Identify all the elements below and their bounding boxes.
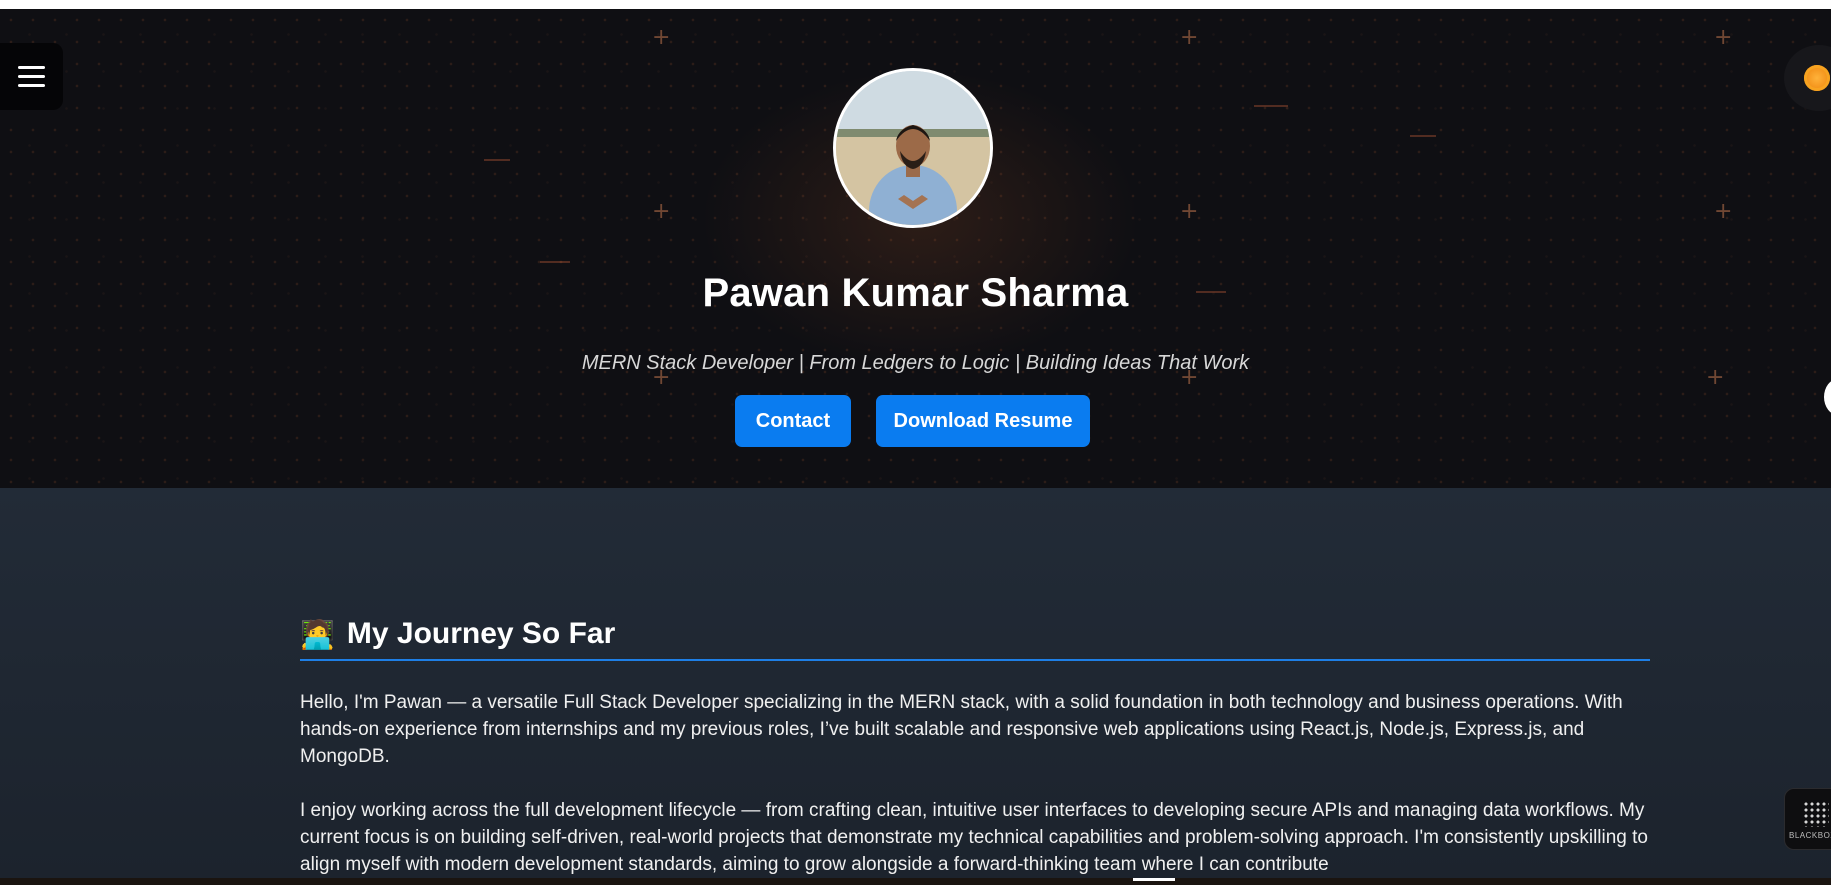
decor-plus: + — [652, 25, 671, 50]
decor-code-line — [1410, 135, 1436, 137]
contact-button[interactable]: Contact — [735, 395, 851, 447]
about-paragraph: Hello, I'm Pawan — a versatile Full Stac… — [300, 692, 1623, 767]
decor-plus: + — [1180, 199, 1199, 224]
hero-section: + + + + + + + + + Pawan Kumar Sharma MER… — [0, 9, 1831, 488]
decor-plus: + — [652, 199, 671, 224]
decor-plus: + — [1714, 199, 1733, 224]
profile-tagline: MERN Stack Developer | From Ledgers to L… — [581, 352, 1250, 374]
decor-code-line — [484, 159, 510, 161]
blackbox-label: BLACKBOX — [1789, 831, 1831, 840]
profile-photo — [836, 71, 990, 225]
hamburger-icon — [18, 66, 45, 69]
bottom-strip — [0, 878, 1831, 885]
sun-icon — [1804, 65, 1830, 91]
profile-avatar — [833, 68, 993, 228]
about-section: 🧑‍💻 My Journey So Far Hello, I'm Pawan —… — [0, 488, 1831, 878]
blackbox-logo-icon — [1803, 801, 1829, 827]
download-resume-button[interactable]: Download Resume — [876, 395, 1090, 447]
about-title: My Journey So Far — [346, 617, 616, 650]
hamburger-icon-bar — [18, 84, 45, 87]
about-heading: 🧑‍💻 My Journey So Far — [300, 617, 615, 651]
decor-code-line — [540, 261, 570, 263]
hamburger-icon-bar — [18, 75, 45, 78]
heading-underline — [300, 659, 1650, 661]
decor-code-line — [1254, 105, 1288, 107]
top-strip — [0, 0, 1831, 9]
bottom-marker — [1133, 878, 1175, 881]
menu-button[interactable] — [0, 43, 63, 110]
decor-plus: + — [1180, 25, 1199, 50]
about-paragraph: I enjoy working across the full developm… — [300, 800, 1648, 875]
decor-plus: + — [1714, 25, 1733, 50]
technologist-icon: 🧑‍💻 — [300, 617, 335, 651]
blackbox-widget-button[interactable]: BLACKBOX — [1784, 788, 1831, 850]
profile-name: Pawan Kumar Sharma — [702, 271, 1129, 315]
